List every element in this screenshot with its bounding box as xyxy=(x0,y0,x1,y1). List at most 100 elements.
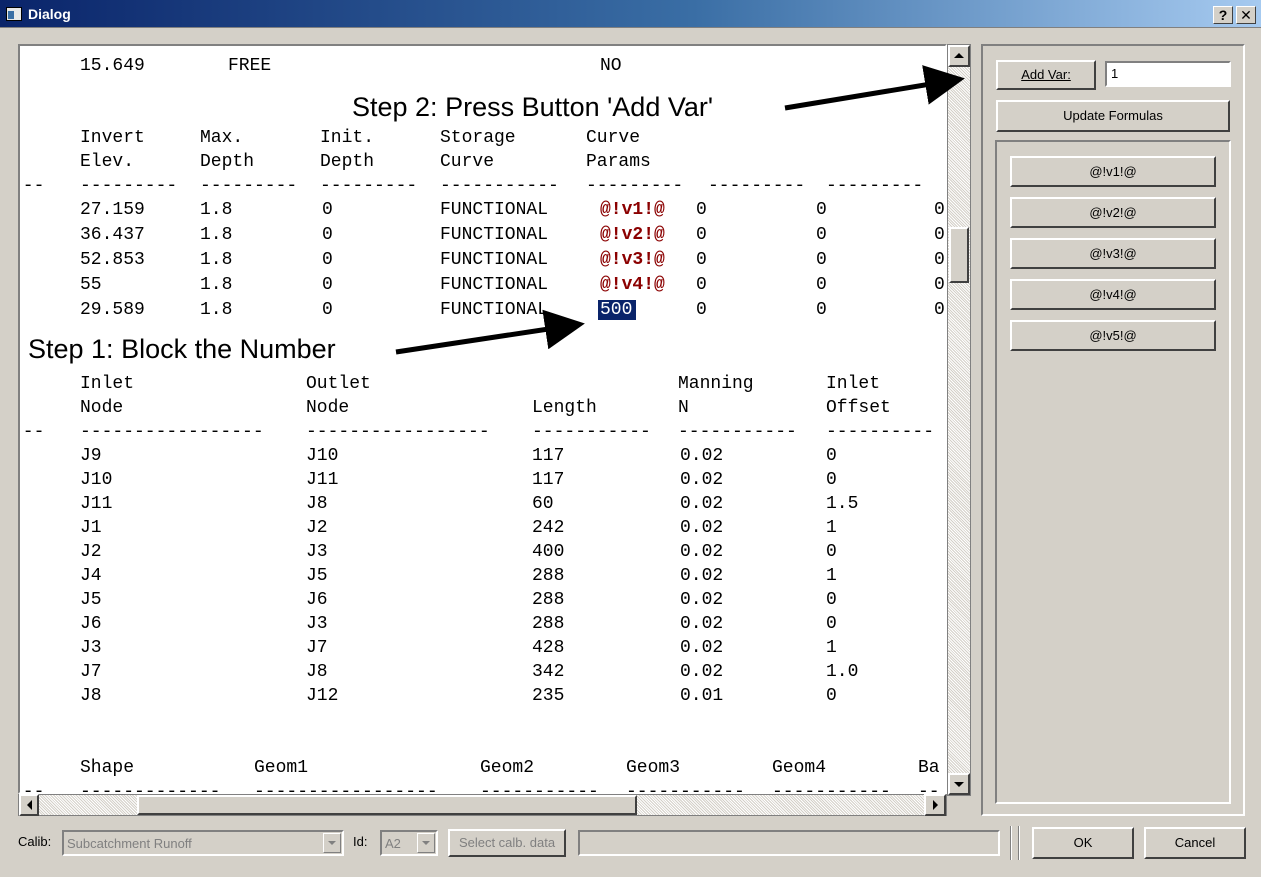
report-cell: 0 xyxy=(934,275,945,295)
window-icon xyxy=(6,7,22,21)
report-cell: 1 xyxy=(826,566,837,586)
report-cell: 0 xyxy=(816,300,827,320)
report-cell: Shape xyxy=(80,758,135,778)
report-cell: -- xyxy=(918,782,940,794)
vertical-scrollbar[interactable] xyxy=(947,44,971,796)
arrow-right-icon xyxy=(933,800,938,810)
report-cell: 0.02 xyxy=(680,518,724,538)
id-value: A2 xyxy=(385,836,401,851)
report-cell: J6 xyxy=(80,614,102,634)
report-cell: Outlet xyxy=(306,374,371,394)
step2-annotation: Step 2: Press Button 'Add Var' xyxy=(352,92,714,122)
scroll-right-button[interactable] xyxy=(924,794,946,816)
report-cell: 0 xyxy=(696,250,707,270)
report-cell: 0 xyxy=(322,250,333,270)
var-button-label: @!v3!@ xyxy=(1089,246,1137,261)
report-cell: N xyxy=(678,398,689,418)
report-cell: Curve xyxy=(586,128,641,148)
report-cell: --------- xyxy=(826,176,924,196)
add-var-label: Add Var: xyxy=(1021,67,1071,82)
report-cell: 500 xyxy=(598,300,637,320)
report-cell: 0.02 xyxy=(680,662,724,682)
window-title: Dialog xyxy=(28,6,71,22)
add-var-button[interactable]: Add Var: xyxy=(996,60,1096,90)
horizontal-scrollbar[interactable] xyxy=(18,794,947,816)
report-cell: ----------- xyxy=(480,782,599,794)
calib-dropdown[interactable]: Subcatchment Runoff xyxy=(62,830,344,856)
report-cell: ----------- xyxy=(772,782,891,794)
scroll-down-button[interactable] xyxy=(948,773,970,795)
report-cell: 0 xyxy=(826,470,837,490)
report-cell: 55 xyxy=(80,275,102,295)
select-calib-data-button[interactable]: Select calb. data xyxy=(448,829,566,857)
report-cell: FUNCTIONAL xyxy=(440,300,549,320)
title-bar: Dialog ? ✕ xyxy=(0,0,1261,28)
select-calib-data-label: Select calb. data xyxy=(458,835,556,850)
update-formulas-button[interactable]: Update Formulas xyxy=(996,100,1230,132)
var-button-1[interactable]: @!v1!@ xyxy=(1010,156,1216,187)
report-cell: J2 xyxy=(306,518,328,538)
report-cell: 117 xyxy=(532,470,565,490)
report-cell: Geom3 xyxy=(626,758,681,778)
report-cell: J8 xyxy=(306,662,328,682)
report-cell: 1.8 xyxy=(200,300,233,320)
report-cell: 0 xyxy=(934,250,945,270)
report-cell: Inlet xyxy=(826,374,881,394)
cancel-button[interactable]: Cancel xyxy=(1144,827,1246,859)
report-cell: 117 xyxy=(532,446,565,466)
report-cell: J11 xyxy=(80,494,113,514)
id-dropdown[interactable]: A2 xyxy=(380,830,438,856)
report-cell: 1.8 xyxy=(200,225,233,245)
report-cell: ----------- xyxy=(626,782,745,794)
report-cell: Init. xyxy=(320,128,375,148)
report-cell: 0 xyxy=(322,225,333,245)
report-cell: 0 xyxy=(826,614,837,634)
report-cell: 36.437 xyxy=(80,225,145,245)
separator xyxy=(1018,826,1020,860)
horizontal-scroll-thumb[interactable] xyxy=(137,795,637,815)
help-button[interactable]: ? xyxy=(1213,6,1233,24)
report-cell: 342 xyxy=(532,662,565,682)
report-cell: --- xyxy=(20,782,45,794)
calib-value: Subcatchment Runoff xyxy=(67,836,192,851)
report-cell: Ba xyxy=(918,758,940,778)
report-cell: 0.02 xyxy=(680,614,724,634)
report-cell: Node xyxy=(306,398,350,418)
report-cell: @!v3!@ xyxy=(600,250,665,270)
report-cell: J4 xyxy=(80,566,102,586)
var-button-3[interactable]: @!v3!@ xyxy=(1010,238,1216,269)
var-button-2[interactable]: @!v2!@ xyxy=(1010,197,1216,228)
report-cell: --------- xyxy=(586,176,684,196)
report-cell: 0 xyxy=(826,446,837,466)
report-cell: Geom4 xyxy=(772,758,827,778)
report-cell: 0 xyxy=(322,200,333,220)
chevron-down-icon[interactable] xyxy=(417,833,435,853)
var-button-label: @!v5!@ xyxy=(1089,328,1137,343)
report-cell: ----------------- xyxy=(306,422,490,442)
report-text-area[interactable]: 15.649 FREE NO Invert Max. Init. Storage Curve E… xyxy=(18,44,947,794)
vertical-scroll-thumb[interactable] xyxy=(949,227,969,283)
add-var-input[interactable]: 1 xyxy=(1105,61,1231,87)
status-field xyxy=(578,830,1000,856)
report-cell: ----------- xyxy=(440,176,559,196)
scroll-up-button[interactable] xyxy=(948,45,970,67)
scroll-left-button[interactable] xyxy=(19,794,39,816)
report-cell: FUNCTIONAL xyxy=(440,250,549,270)
report-cell: 0 xyxy=(816,250,827,270)
report-cell: FUNCTIONAL xyxy=(440,200,549,220)
report-cell: 0.02 xyxy=(680,638,724,658)
chevron-down-icon[interactable] xyxy=(323,833,341,853)
close-button[interactable]: ✕ xyxy=(1236,6,1256,24)
report-cell: @!v2!@ xyxy=(600,225,665,245)
var-button-5[interactable]: @!v5!@ xyxy=(1010,320,1216,351)
report-cell: 242 xyxy=(532,518,565,538)
report-cell: @!v4!@ xyxy=(600,275,665,295)
update-formulas-label: Update Formulas xyxy=(1063,108,1163,123)
report-cell: Depth xyxy=(200,152,255,172)
report-cell: 0 xyxy=(696,200,707,220)
report-cell: 0 xyxy=(934,225,945,245)
var-button-4[interactable]: @!v4!@ xyxy=(1010,279,1216,310)
report-cell: J12 xyxy=(306,686,339,706)
ok-button[interactable]: OK xyxy=(1032,827,1134,859)
report-cell: J5 xyxy=(80,590,102,610)
